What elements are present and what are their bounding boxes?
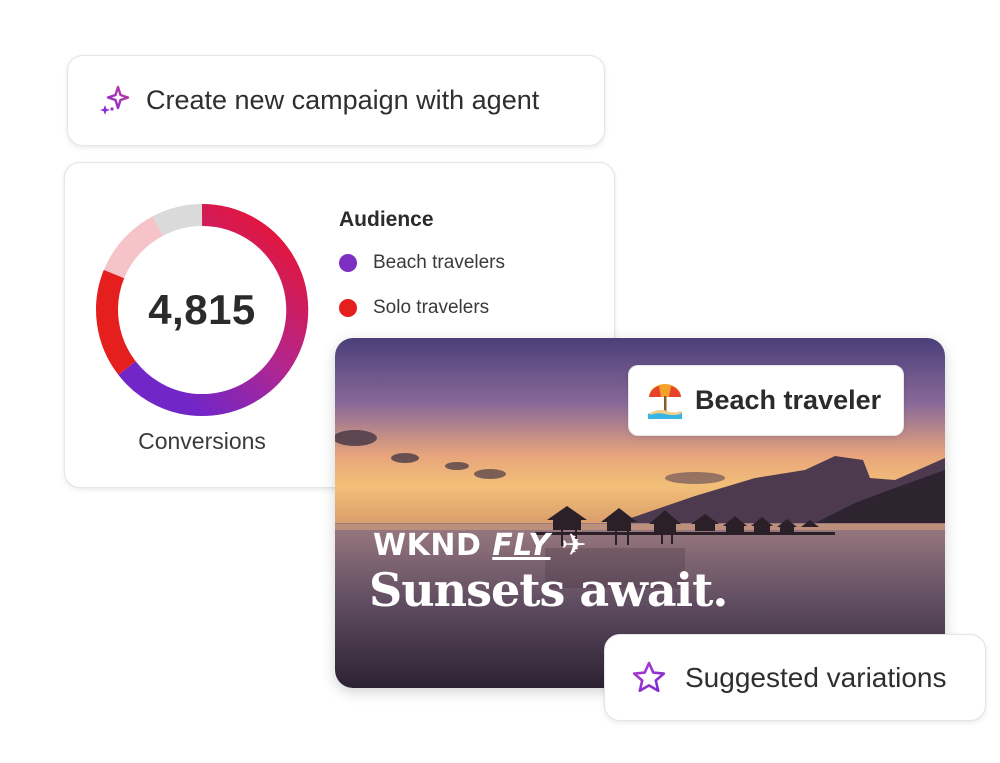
legend-label: Beach travelers: [373, 252, 506, 273]
sparkle-icon: [100, 85, 130, 115]
brand-logo: WKND FLY ✈: [373, 528, 588, 563]
suggested-variations-button[interactable]: Suggested variations: [604, 634, 986, 721]
legend-dot-red: [339, 299, 357, 317]
beach-umbrella-icon: [648, 383, 682, 419]
legend-label: Solo travelers: [373, 297, 490, 318]
star-icon: [632, 661, 666, 692]
conversions-value: 4,815: [148, 286, 256, 333]
suggested-variations-label: Suggested variations: [685, 661, 947, 693]
create-campaign-label: Create new campaign with agent: [146, 85, 540, 115]
audience-tag-label: Beach traveler: [695, 385, 882, 415]
legend-item-solo: Solo travelers: [339, 297, 489, 319]
legend-dot-purple: [339, 254, 357, 272]
audience-tag-chip: Beach traveler: [628, 365, 904, 436]
conversions-caption: Conversions: [138, 428, 266, 454]
create-campaign-button[interactable]: Create new campaign with agent: [67, 55, 605, 146]
audience-title: Audience: [339, 208, 434, 231]
creative-headline: Sunsets await.: [369, 563, 728, 617]
legend-item-beach: Beach travelers: [339, 252, 505, 274]
